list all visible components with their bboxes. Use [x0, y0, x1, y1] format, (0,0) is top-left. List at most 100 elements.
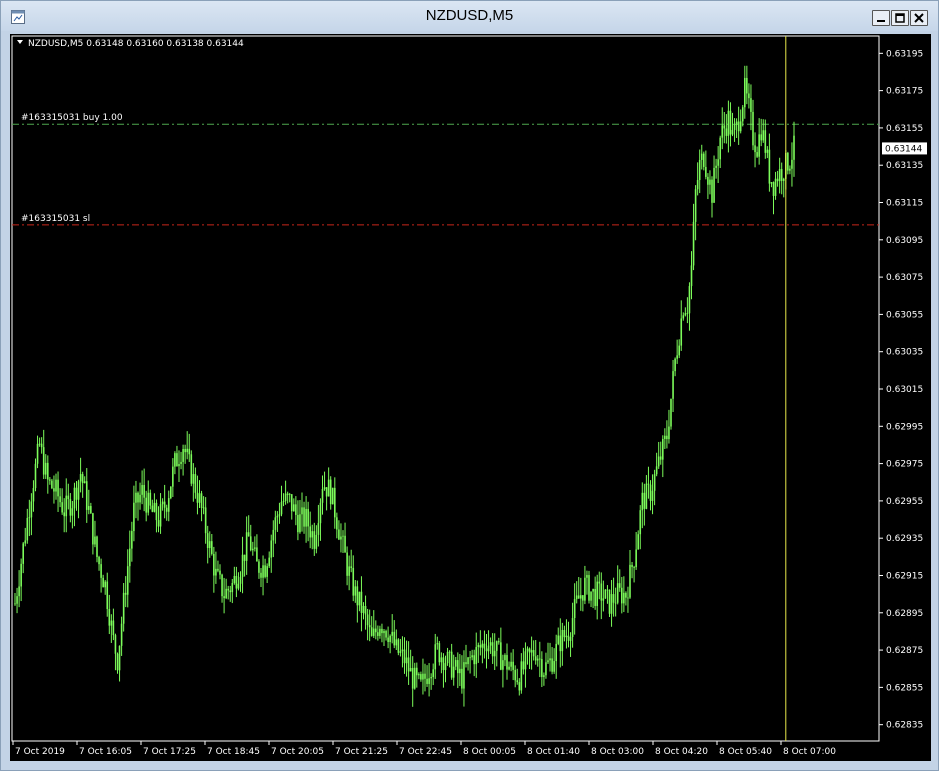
- minimize-button[interactable]: [872, 10, 890, 26]
- candle: [495, 640, 498, 667]
- candle: [522, 647, 525, 675]
- candle: [621, 576, 623, 614]
- candle: [194, 467, 197, 499]
- candle: [573, 583, 576, 635]
- candle: [645, 475, 648, 510]
- x-tick-label: 8 Oct 04:20: [655, 747, 708, 757]
- candle: [204, 497, 207, 544]
- x-tick-label: 8 Oct 03:00: [591, 747, 644, 757]
- candle: [36, 435, 39, 469]
- candle: [491, 633, 494, 664]
- candle: [686, 297, 689, 324]
- candle: [122, 583, 125, 632]
- title-bar[interactable]: NZDUSD,M5: [1, 1, 938, 31]
- candle: [653, 469, 656, 506]
- price-chart[interactable]: 0.63195 0.63175 0.63155 0.63135 0.63115 0.630…: [10, 34, 931, 761]
- candle: [338, 520, 340, 541]
- candle: [352, 555, 355, 602]
- x-tick-label: 7 Oct 20:05: [271, 747, 324, 757]
- candle: [510, 652, 512, 672]
- candle: [766, 146, 769, 159]
- candle: [758, 118, 760, 165]
- candle: [295, 496, 297, 526]
- candle: [639, 505, 642, 550]
- candle: [42, 429, 45, 480]
- maximize-button[interactable]: [891, 10, 909, 26]
- candle: [18, 570, 20, 608]
- candle: [424, 663, 426, 692]
- candle: [63, 498, 65, 533]
- candle: [67, 483, 70, 510]
- candle: [75, 480, 78, 511]
- candle: [709, 170, 711, 195]
- candle: [696, 162, 699, 196]
- candle: [643, 483, 646, 526]
- candle: [143, 468, 145, 512]
- candle: [688, 282, 691, 331]
- candle: [112, 608, 115, 641]
- candle: [633, 565, 635, 583]
- candle: [778, 157, 781, 194]
- candle: [219, 564, 221, 580]
- candle: [748, 83, 750, 109]
- candle: [780, 162, 783, 195]
- candle: [270, 534, 273, 573]
- candle: [229, 585, 232, 602]
- candle: [85, 468, 88, 523]
- candle: [770, 181, 773, 188]
- candle: [717, 146, 719, 184]
- candle: [694, 185, 697, 241]
- candle: [305, 496, 307, 543]
- candle: [284, 480, 287, 505]
- candle: [502, 654, 504, 688]
- candle: [416, 662, 418, 688]
- candle: [377, 625, 379, 641]
- candle: [772, 181, 775, 215]
- candle: [625, 591, 627, 606]
- candle: [787, 151, 789, 175]
- candle: [81, 471, 84, 498]
- candle: [180, 451, 182, 470]
- x-tick-label: 8 Oct 00:05: [463, 747, 516, 757]
- candle: [793, 121, 795, 177]
- x-tick-label: 7 Oct 2019: [15, 747, 65, 757]
- close-button[interactable]: [910, 10, 928, 26]
- candle: [188, 433, 191, 462]
- candle: [147, 480, 150, 516]
- candle: [440, 652, 443, 674]
- candle: [459, 654, 461, 687]
- candle: [762, 119, 765, 143]
- candle: [375, 620, 377, 640]
- candle: [383, 628, 385, 646]
- candle: [409, 649, 412, 672]
- candle: [596, 574, 598, 620]
- candle: [659, 441, 662, 465]
- candle: [577, 577, 580, 599]
- y-tick-label: 0.63175: [886, 87, 923, 97]
- candle: [65, 478, 68, 533]
- candle: [92, 512, 94, 555]
- candle: [184, 444, 186, 464]
- y-tick-label: 0.63155: [886, 124, 923, 134]
- candle: [432, 663, 434, 686]
- candle: [403, 637, 406, 674]
- candle: [206, 525, 209, 564]
- candle: [157, 506, 160, 533]
- candle: [483, 630, 486, 659]
- x-tick-label: 8 Oct 05:40: [719, 747, 772, 757]
- candle: [735, 118, 738, 138]
- candle: [55, 473, 57, 500]
- candle: [211, 533, 213, 556]
- candle: [159, 493, 162, 534]
- candle: [258, 559, 260, 579]
- candle: [303, 501, 305, 534]
- chart-area[interactable]: 0.63195 0.63175 0.63155 0.63135 0.63115 0.630…: [10, 34, 931, 761]
- candle: [108, 594, 111, 635]
- candle: [329, 476, 332, 510]
- candle: [385, 629, 387, 641]
- candle: [711, 176, 713, 218]
- candle: [208, 531, 211, 558]
- symbol-dropdown-icon[interactable]: [17, 40, 23, 44]
- candle: [309, 511, 311, 549]
- candle: [725, 114, 728, 144]
